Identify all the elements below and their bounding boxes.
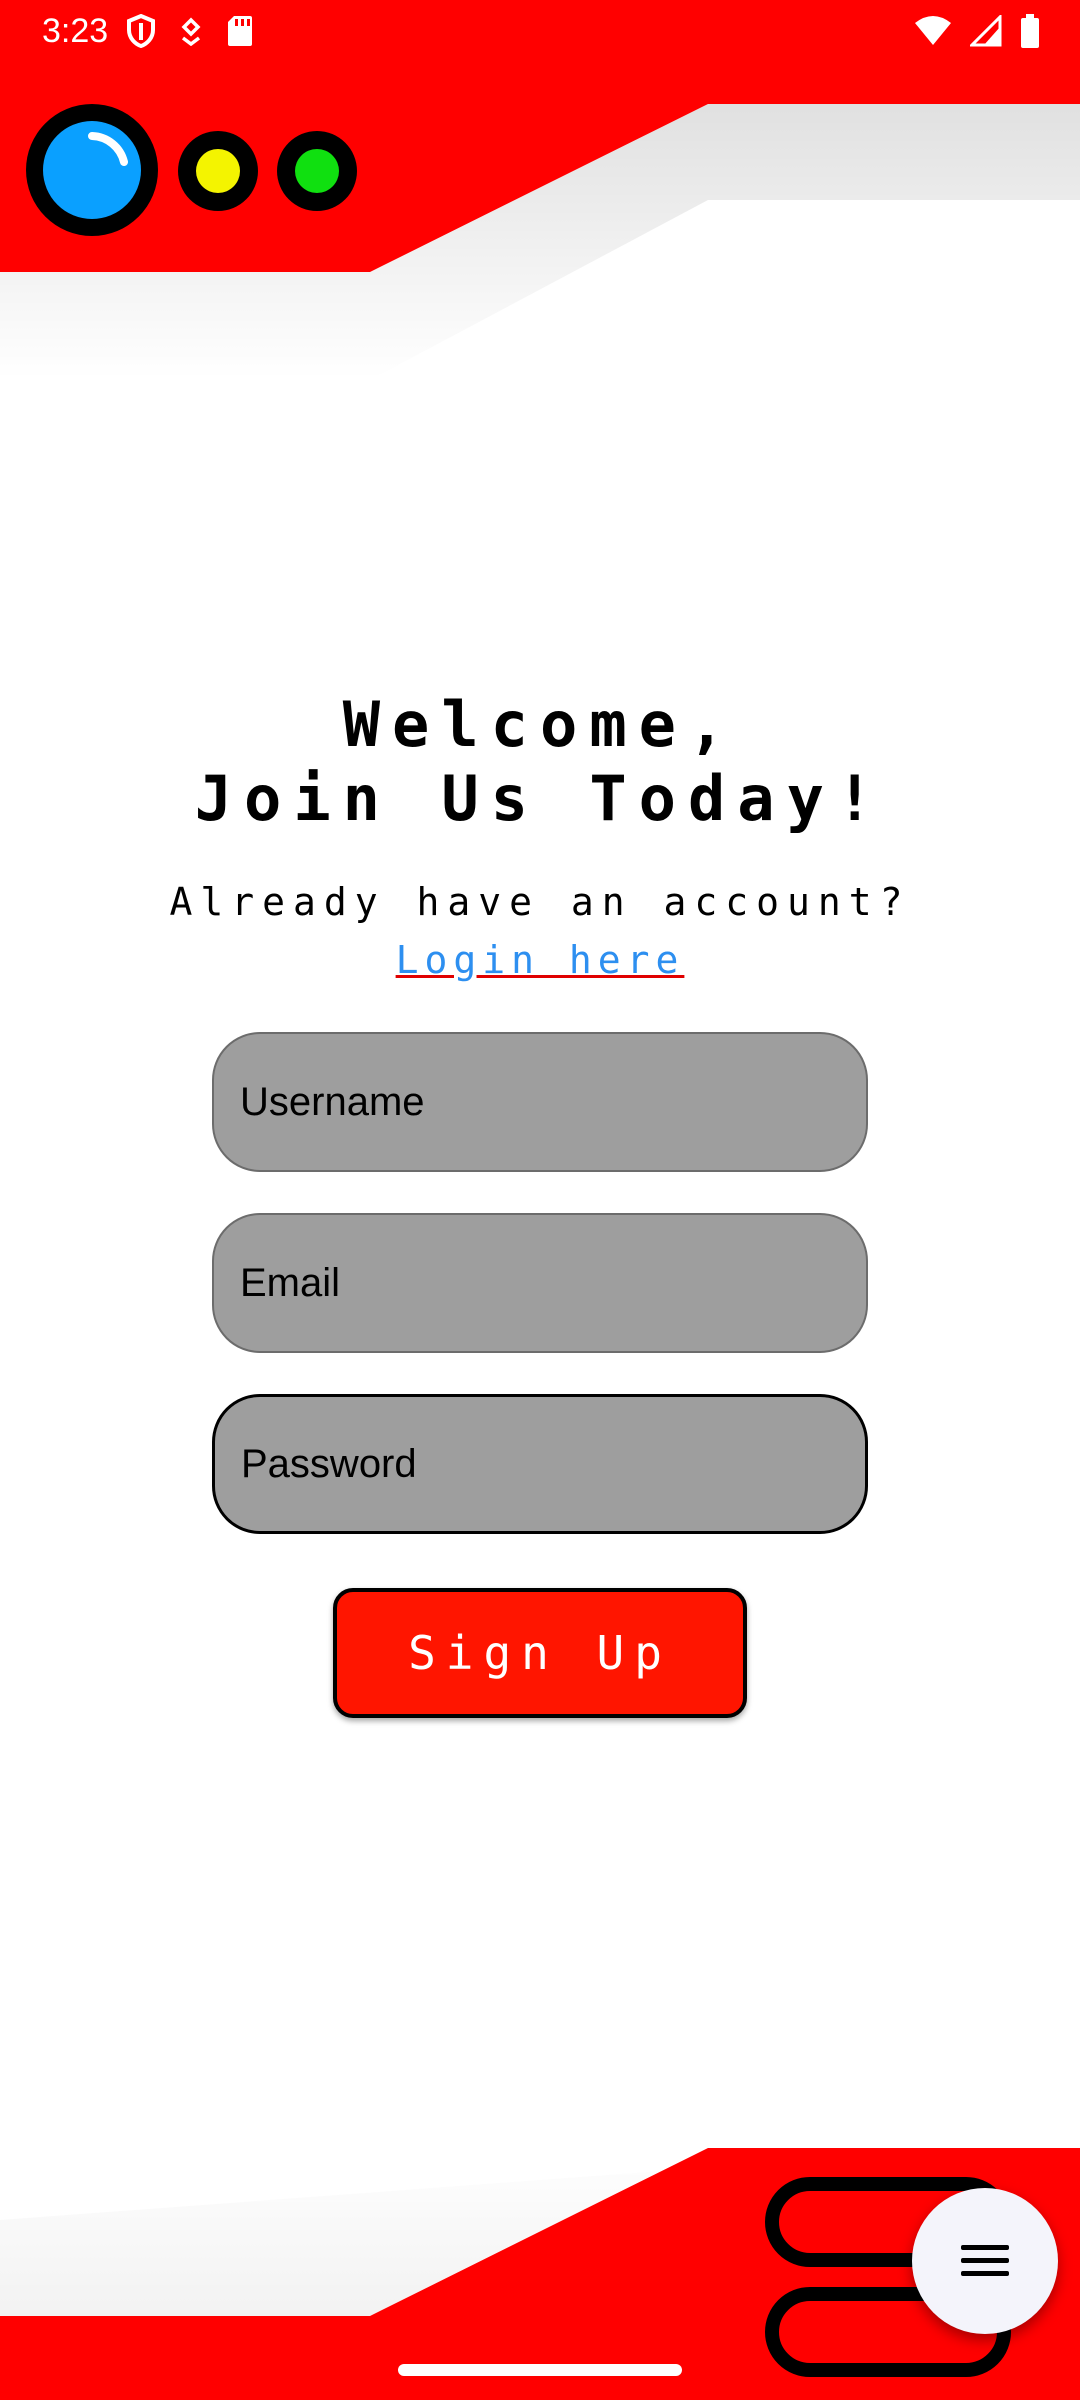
page-title-line2: Join Us Today! [194,762,886,835]
password-field[interactable]: Password [212,1394,868,1534]
sign-up-button[interactable]: Sign Up [333,1588,747,1718]
big-blue-light [26,104,158,236]
yellow-lens [196,149,240,193]
signal-icon [970,15,1002,47]
yellow-light [178,131,258,211]
login-link[interactable]: Login here [0,938,1080,982]
status-bar: 3:23 [0,0,1080,64]
shield-icon [127,14,155,48]
sd-card-icon [228,16,252,46]
page-title-line1: Welcome, [342,688,738,761]
email-field[interactable]: Email [212,1213,868,1353]
top-header: 3:23 [0,0,1080,380]
email-placeholder: Email [240,1260,341,1305]
light-reflection [88,132,128,166]
password-placeholder: Password [241,1441,417,1486]
username-field[interactable]: Username [212,1032,868,1172]
already-account-text: Already have an account? [169,880,911,924]
battery-icon [1021,14,1039,48]
status-time: 3:23 [42,12,109,50]
notification-icon [181,17,201,46]
gesture-nav-handle[interactable] [398,2364,682,2376]
green-light [277,131,357,211]
menu-icon [961,2245,1009,2276]
wifi-icon [915,16,951,45]
menu-fab[interactable] [912,2188,1058,2334]
green-lens [295,149,339,193]
username-placeholder: Username [240,1079,425,1124]
